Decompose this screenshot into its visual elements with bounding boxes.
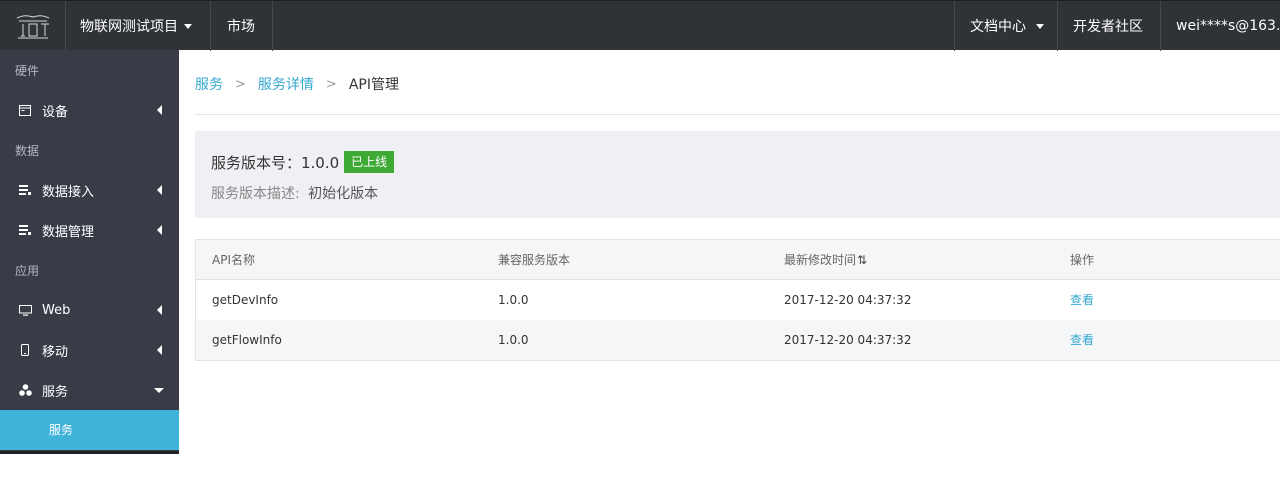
- sidebar-item-label: 移动: [42, 344, 69, 360]
- sidebar-item-label: Web: [42, 302, 71, 318]
- service-info-panel: 服务版本号：1.0.0 已上线 服务版本描述: 初始化版本: [195, 131, 1280, 218]
- sidebar-item-data-manage[interactable]: 数据管理: [0, 210, 179, 250]
- chevron-right-icon: >: [325, 76, 337, 92]
- api-version: 1.0.0: [498, 333, 529, 347]
- breadcrumb-current: API管理: [348, 77, 399, 93]
- sidebar-item-label: 设备: [42, 104, 69, 120]
- api-name: getDevInfo: [212, 293, 279, 307]
- description-label: 服务版本描述:: [211, 186, 300, 202]
- view-link[interactable]: 查看: [1070, 280, 1094, 320]
- chevron-down-icon: [1036, 23, 1044, 29]
- docs-label: 文档中心: [970, 19, 1026, 35]
- device-icon: [18, 103, 32, 117]
- community-link[interactable]: 开发者社区: [1058, 1, 1161, 51]
- sidebar-section-hardware: 硬件: [15, 64, 40, 78]
- service-icon: [18, 383, 32, 397]
- sidebar-section-data: 数据: [15, 144, 40, 158]
- header-actions: 操作: [1070, 253, 1095, 267]
- caret-left-icon: [157, 225, 162, 235]
- sort-icon[interactable]: ⇅: [857, 253, 867, 267]
- sidebar-item-mobile[interactable]: 移动: [0, 330, 179, 370]
- market-link[interactable]: 市场: [211, 1, 273, 51]
- user-menu[interactable]: wei****s@163.c: [1161, 1, 1280, 51]
- mobile-icon: [18, 343, 32, 357]
- monitor-icon: [18, 303, 32, 317]
- header-modified-label: 最新修改时间: [784, 253, 857, 267]
- sidebar-item-web[interactable]: Web: [0, 290, 179, 330]
- caret-left-icon: [157, 305, 162, 315]
- header-modified-time[interactable]: 最新修改时间⇅: [784, 240, 867, 280]
- description-value: 初始化版本: [308, 186, 379, 202]
- table-row: getFlowInfo 1.0.0 2017-12-20 04:37:32 查看: [196, 320, 1280, 360]
- project-label: 物联网测试项目: [80, 19, 178, 35]
- breadcrumb: 服务 > 服务详情 > API管理: [195, 74, 399, 94]
- divider: [195, 114, 1280, 115]
- header-api-name: API名称: [212, 253, 255, 267]
- caret-down-icon: [154, 388, 164, 393]
- breadcrumb-link-service[interactable]: 服务: [195, 74, 223, 94]
- api-name: getFlowInfo: [212, 333, 282, 347]
- chevron-right-icon: >: [235, 76, 246, 92]
- community-label: 开发者社区: [1073, 19, 1143, 35]
- service-version: 服务版本号：1.0.0: [211, 153, 340, 172]
- sidebar-subitem-service[interactable]: 服务: [0, 410, 179, 450]
- docs-dropdown[interactable]: 文档中心: [954, 1, 1058, 51]
- api-version: 1.0.0: [498, 293, 529, 307]
- sidebar: 硬件 设备 数据 数据接入 数据管理 应用 Web 移动 服务 服务: [0, 50, 179, 454]
- caret-left-icon: [157, 185, 162, 195]
- api-modified: 2017-12-20 04:37:32: [784, 293, 912, 307]
- data-access-icon: [18, 183, 32, 197]
- view-link[interactable]: 查看: [1070, 320, 1094, 360]
- status-badge: 已上线: [344, 151, 395, 173]
- sidebar-item-device[interactable]: 设备: [0, 90, 179, 130]
- iot-logo[interactable]: [0, 1, 66, 51]
- sidebar-section-apps: 应用: [15, 264, 40, 278]
- table-row: getDevInfo 1.0.0 2017-12-20 04:37:32 查看: [196, 280, 1280, 320]
- sidebar-item-label: 服务: [42, 384, 69, 400]
- sidebar-item-label: 数据接入: [42, 184, 95, 200]
- market-label: 市场: [227, 19, 255, 35]
- sidebar-item-service[interactable]: 服务: [0, 370, 179, 410]
- service-description: 服务版本描述: 初始化版本: [211, 183, 378, 203]
- project-dropdown[interactable]: 物联网测试项目: [66, 1, 211, 51]
- sidebar-item-data-access[interactable]: 数据接入: [0, 170, 179, 210]
- table-header: API名称 兼容服务版本 最新修改时间⇅ 操作: [196, 240, 1280, 280]
- chevron-down-icon: [184, 23, 192, 29]
- breadcrumb-link-service-detail[interactable]: 服务详情: [258, 74, 314, 94]
- data-manage-icon: [18, 223, 32, 237]
- api-table: API名称 兼容服务版本 最新修改时间⇅ 操作 getDevInfo 1.0.0…: [195, 239, 1280, 361]
- top-navbar: 物联网测试项目 市场 文档中心 开发者社区 wei****s@163.c: [0, 0, 1280, 51]
- api-modified: 2017-12-20 04:37:32: [784, 333, 912, 347]
- caret-left-icon: [157, 345, 162, 355]
- logo-icon: [16, 15, 49, 39]
- sidebar-item-label: 数据管理: [42, 224, 95, 240]
- service-version-row: 服务版本号：1.0.0 已上线: [211, 151, 395, 173]
- user-email: wei****s@163.c: [1176, 18, 1280, 34]
- caret-left-icon: [157, 105, 162, 115]
- header-compatible-version: 兼容服务版本: [498, 253, 571, 267]
